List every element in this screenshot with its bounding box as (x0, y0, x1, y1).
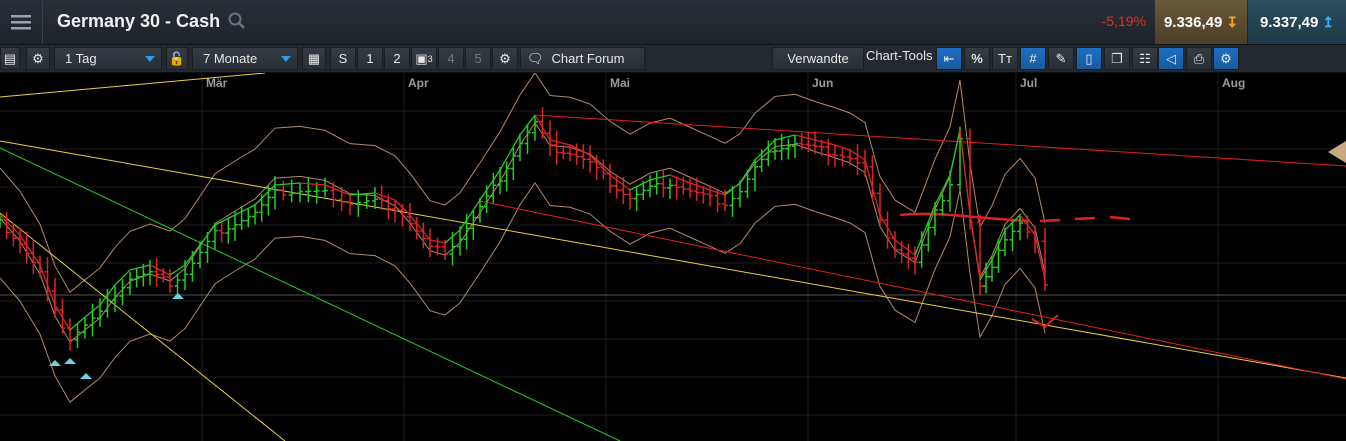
candle-icon: ▯ (1085, 50, 1093, 66)
arrow-up-icon: ↥ (1322, 13, 1335, 30)
layout-2-button[interactable]: 2 (384, 47, 410, 70)
layout-4-button[interactable]: 4 (438, 47, 464, 70)
layout-2-label: 2 (393, 51, 401, 66)
sell-price: 9.336,49 (1163, 13, 1223, 31)
lock-icon: 🔓 (168, 50, 186, 66)
chart-forum-label: Chart Forum (551, 51, 625, 66)
grid-button[interactable]: # (1020, 47, 1046, 70)
indicator-icon: ☷ (1139, 50, 1151, 66)
list-icon: ▤ (3, 50, 17, 66)
chart-settings-button[interactable]: ⚙ (492, 47, 518, 70)
verwandte-label: Verwandte (787, 51, 849, 66)
top-bar: Germany 30 - Cash -5,19% 9.336,49 ↧ 9.33… (0, 0, 1346, 45)
gear-icon: ⚙ (499, 50, 511, 66)
settings-button[interactable]: ⚙ (26, 47, 50, 70)
tools-settings-button[interactable]: ⚙ (1213, 47, 1239, 70)
candle-tool-button[interactable]: ▯ (1076, 47, 1102, 70)
buy-price: 9.337,49 (1259, 13, 1319, 31)
text-tool-button[interactable]: Tт (992, 47, 1018, 70)
x-tick-label: Mai (610, 76, 630, 90)
layout-3-button[interactable]: ▣ 3 (411, 47, 437, 70)
arrow-left-icon: ⇤ (943, 50, 955, 66)
x-tick-label: Jul (1020, 76, 1037, 90)
grid-icon: # (1029, 51, 1037, 66)
chevron-down-icon (281, 56, 291, 62)
x-tick-label: Aug (1222, 76, 1245, 90)
range-value: 7 Monate (203, 51, 258, 66)
instrument-title: Germany 30 - Cash (57, 11, 221, 31)
pencil-icon: ✎ (1055, 50, 1067, 66)
gear-icon: ⚙ (32, 50, 44, 66)
menu-button[interactable] (0, 0, 43, 44)
calendar-icon: ▦ (307, 50, 321, 66)
x-tick-label: Apr (408, 76, 429, 90)
wrench-icon: ⚙ (1220, 50, 1232, 66)
verwandte-button[interactable]: Verwandte (772, 47, 864, 70)
interval-select[interactable]: 1 Tag (54, 47, 162, 70)
printer-icon: ⎙ (1193, 50, 1205, 66)
tag-icon: ◁ (1166, 50, 1176, 66)
window-button[interactable]: ❐ (1104, 47, 1130, 70)
chat-bubble-icon: 🗨 (527, 50, 544, 66)
price-change: -5,19% (1101, 13, 1146, 29)
price-marker (1328, 141, 1346, 163)
layout-4-label: 4 (447, 51, 455, 66)
buy-button[interactable]: 9.337,49 ↥ (1248, 0, 1346, 44)
draw-tool-button[interactable]: ✎ (1048, 47, 1074, 70)
layout-5-button[interactable]: 5 (465, 47, 491, 70)
text-tool-label: Tт (998, 51, 1012, 66)
back-tool-button[interactable]: ⇤ (936, 47, 962, 70)
arrow-down-icon: ↧ (1226, 13, 1239, 30)
layout-s-label: S (338, 51, 348, 66)
layout-5-label: 5 (474, 51, 482, 66)
lock-button[interactable]: 🔓 (166, 47, 188, 70)
windows-icon: ❐ (1111, 50, 1123, 66)
sell-button[interactable]: 9.336,49 ↧ (1155, 0, 1247, 44)
search-icon[interactable] (228, 12, 246, 30)
tag-button[interactable]: ◁ (1158, 47, 1184, 70)
interval-value: 1 Tag (65, 51, 97, 66)
save-icon: ▣ (415, 50, 428, 66)
chart-tools-label: Chart-Tools (866, 48, 933, 63)
hamburger-icon (11, 15, 31, 30)
calendar-button[interactable]: ▦ (302, 47, 326, 70)
print-button[interactable]: ⎙ (1186, 47, 1212, 70)
percent-label: % (971, 51, 983, 66)
chart-toolbar: ▤ ⚙ 1 Tag 🔓 7 Monate ▦ S 1 2 ▣ 3 4 5 ⚙ 🗨 C… (0, 45, 1346, 73)
price-chart[interactable]: Mär Apr Mai Jun Jul Aug (0, 73, 1346, 441)
chart-forum-button[interactable]: 🗨 Chart Forum (520, 47, 645, 70)
layout-1-label: 1 (366, 51, 374, 66)
chevron-down-icon (145, 56, 155, 62)
layout-3-label: 3 (427, 53, 433, 64)
range-select[interactable]: 7 Monate (192, 47, 298, 70)
indicator-button[interactable]: ☷ (1132, 47, 1158, 70)
layout-1-button[interactable]: 1 (357, 47, 383, 70)
x-tick-label: Jun (812, 76, 833, 90)
sidebar-toggle-button[interactable]: ▤ (0, 47, 20, 70)
percent-button[interactable]: % (964, 47, 990, 70)
layout-s-button[interactable]: S (330, 47, 356, 70)
